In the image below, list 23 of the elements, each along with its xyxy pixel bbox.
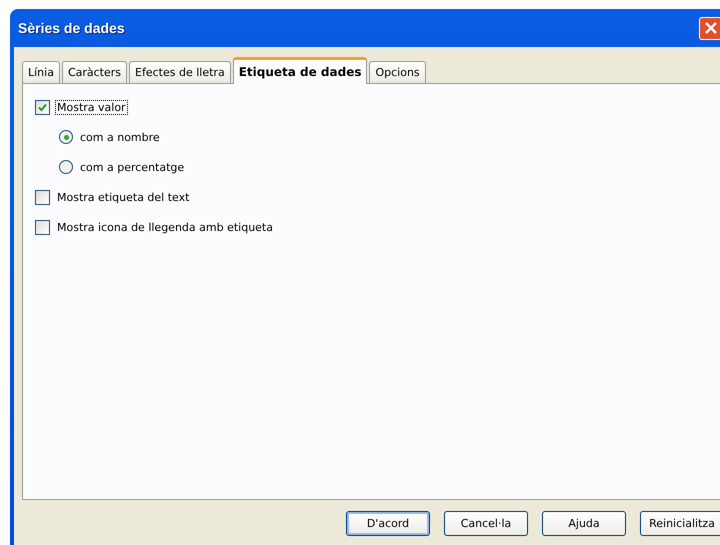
- tab[interactable]: Caràcters: [62, 61, 128, 83]
- dialog-button[interactable]: Cancel·la: [444, 511, 528, 536]
- radio-button[interactable]: [59, 130, 73, 144]
- close-icon: [704, 21, 718, 35]
- checkbox[interactable]: [35, 220, 50, 234]
- window-title: Sèries de dades: [18, 20, 125, 36]
- tab[interactable]: Efectes de lletra: [129, 61, 231, 83]
- checkbox-label[interactable]: Mostra icona de llegenda amb etiqueta: [55, 220, 275, 234]
- checkmark-icon: [38, 102, 47, 112]
- checkbox[interactable]: [35, 190, 50, 204]
- radio-button[interactable]: [59, 160, 73, 174]
- checkbox-label[interactable]: Mostra valor: [55, 100, 128, 114]
- dialog-button[interactable]: Reinicialitza: [640, 511, 720, 536]
- radio-label[interactable]: com a percentatge: [78, 160, 186, 174]
- dialog-button[interactable]: Ajuda: [542, 511, 626, 536]
- dialog-button[interactable]: D'acord: [346, 511, 430, 536]
- close-button[interactable]: [699, 16, 720, 40]
- tab[interactable]: Línia: [22, 61, 60, 83]
- tab[interactable]: Etiqueta de dades: [232, 57, 368, 84]
- tab[interactable]: Opcions: [369, 61, 426, 83]
- checkbox[interactable]: [35, 100, 50, 114]
- checkbox-label[interactable]: Mostra etiqueta del text: [55, 190, 192, 204]
- radio-label[interactable]: com a nombre: [78, 130, 162, 144]
